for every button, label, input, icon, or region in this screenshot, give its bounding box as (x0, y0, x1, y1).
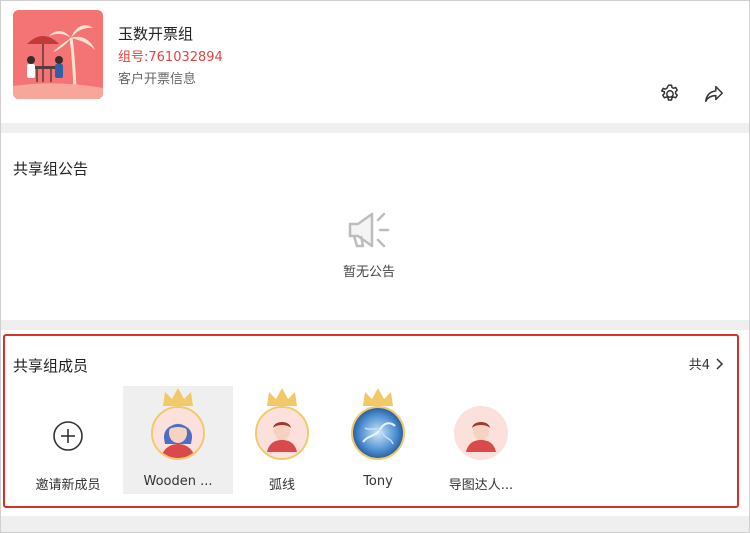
member-name: Wooden ... (143, 474, 213, 489)
gear-icon (660, 84, 678, 101)
beach-illustration-icon (13, 10, 103, 99)
group-id: 组号:761032894 (118, 50, 223, 65)
group-description: 客户开票信息 (118, 72, 197, 87)
group-thumbnail[interactable] (13, 10, 103, 99)
chevron-right-icon (716, 357, 724, 370)
members-count-link[interactable]: 共4 (689, 354, 724, 373)
section-divider (1, 123, 749, 133)
group-name: 玉数开票组 (118, 25, 194, 43)
share-button[interactable] (701, 81, 727, 107)
share-arrow-icon (705, 85, 723, 103)
settings-button[interactable] (657, 81, 683, 107)
member-item[interactable]: 弧线 (227, 386, 337, 494)
members-section-title: 共享组成员 (13, 357, 89, 375)
group-header: 玉数开票组 组号:761032894 客户开票信息 (1, 1, 749, 123)
members-count: 共4 (688, 358, 710, 373)
avatar (351, 406, 405, 460)
notice-empty-text: 暂无公告 (342, 265, 395, 280)
invite-member-label: 邀请新成员 (35, 478, 101, 493)
avatar (255, 406, 309, 460)
avatar (151, 406, 205, 460)
member-item[interactable]: 导图达人... (426, 386, 536, 494)
section-divider (1, 320, 749, 330)
add-circle-icon (53, 421, 83, 451)
notice-section-title: 共享组公告 (13, 160, 89, 178)
member-item[interactable]: Wooden ... (123, 386, 233, 494)
section-divider (1, 516, 749, 532)
member-item[interactable]: Tony (323, 386, 433, 494)
member-name: 弧线 (268, 478, 295, 493)
member-name: Tony (363, 474, 393, 489)
megaphone-icon (344, 208, 394, 252)
member-name: 导图达人... (448, 478, 514, 493)
invite-member-button[interactable]: 邀请新成员 (13, 386, 123, 494)
avatar (454, 406, 508, 460)
